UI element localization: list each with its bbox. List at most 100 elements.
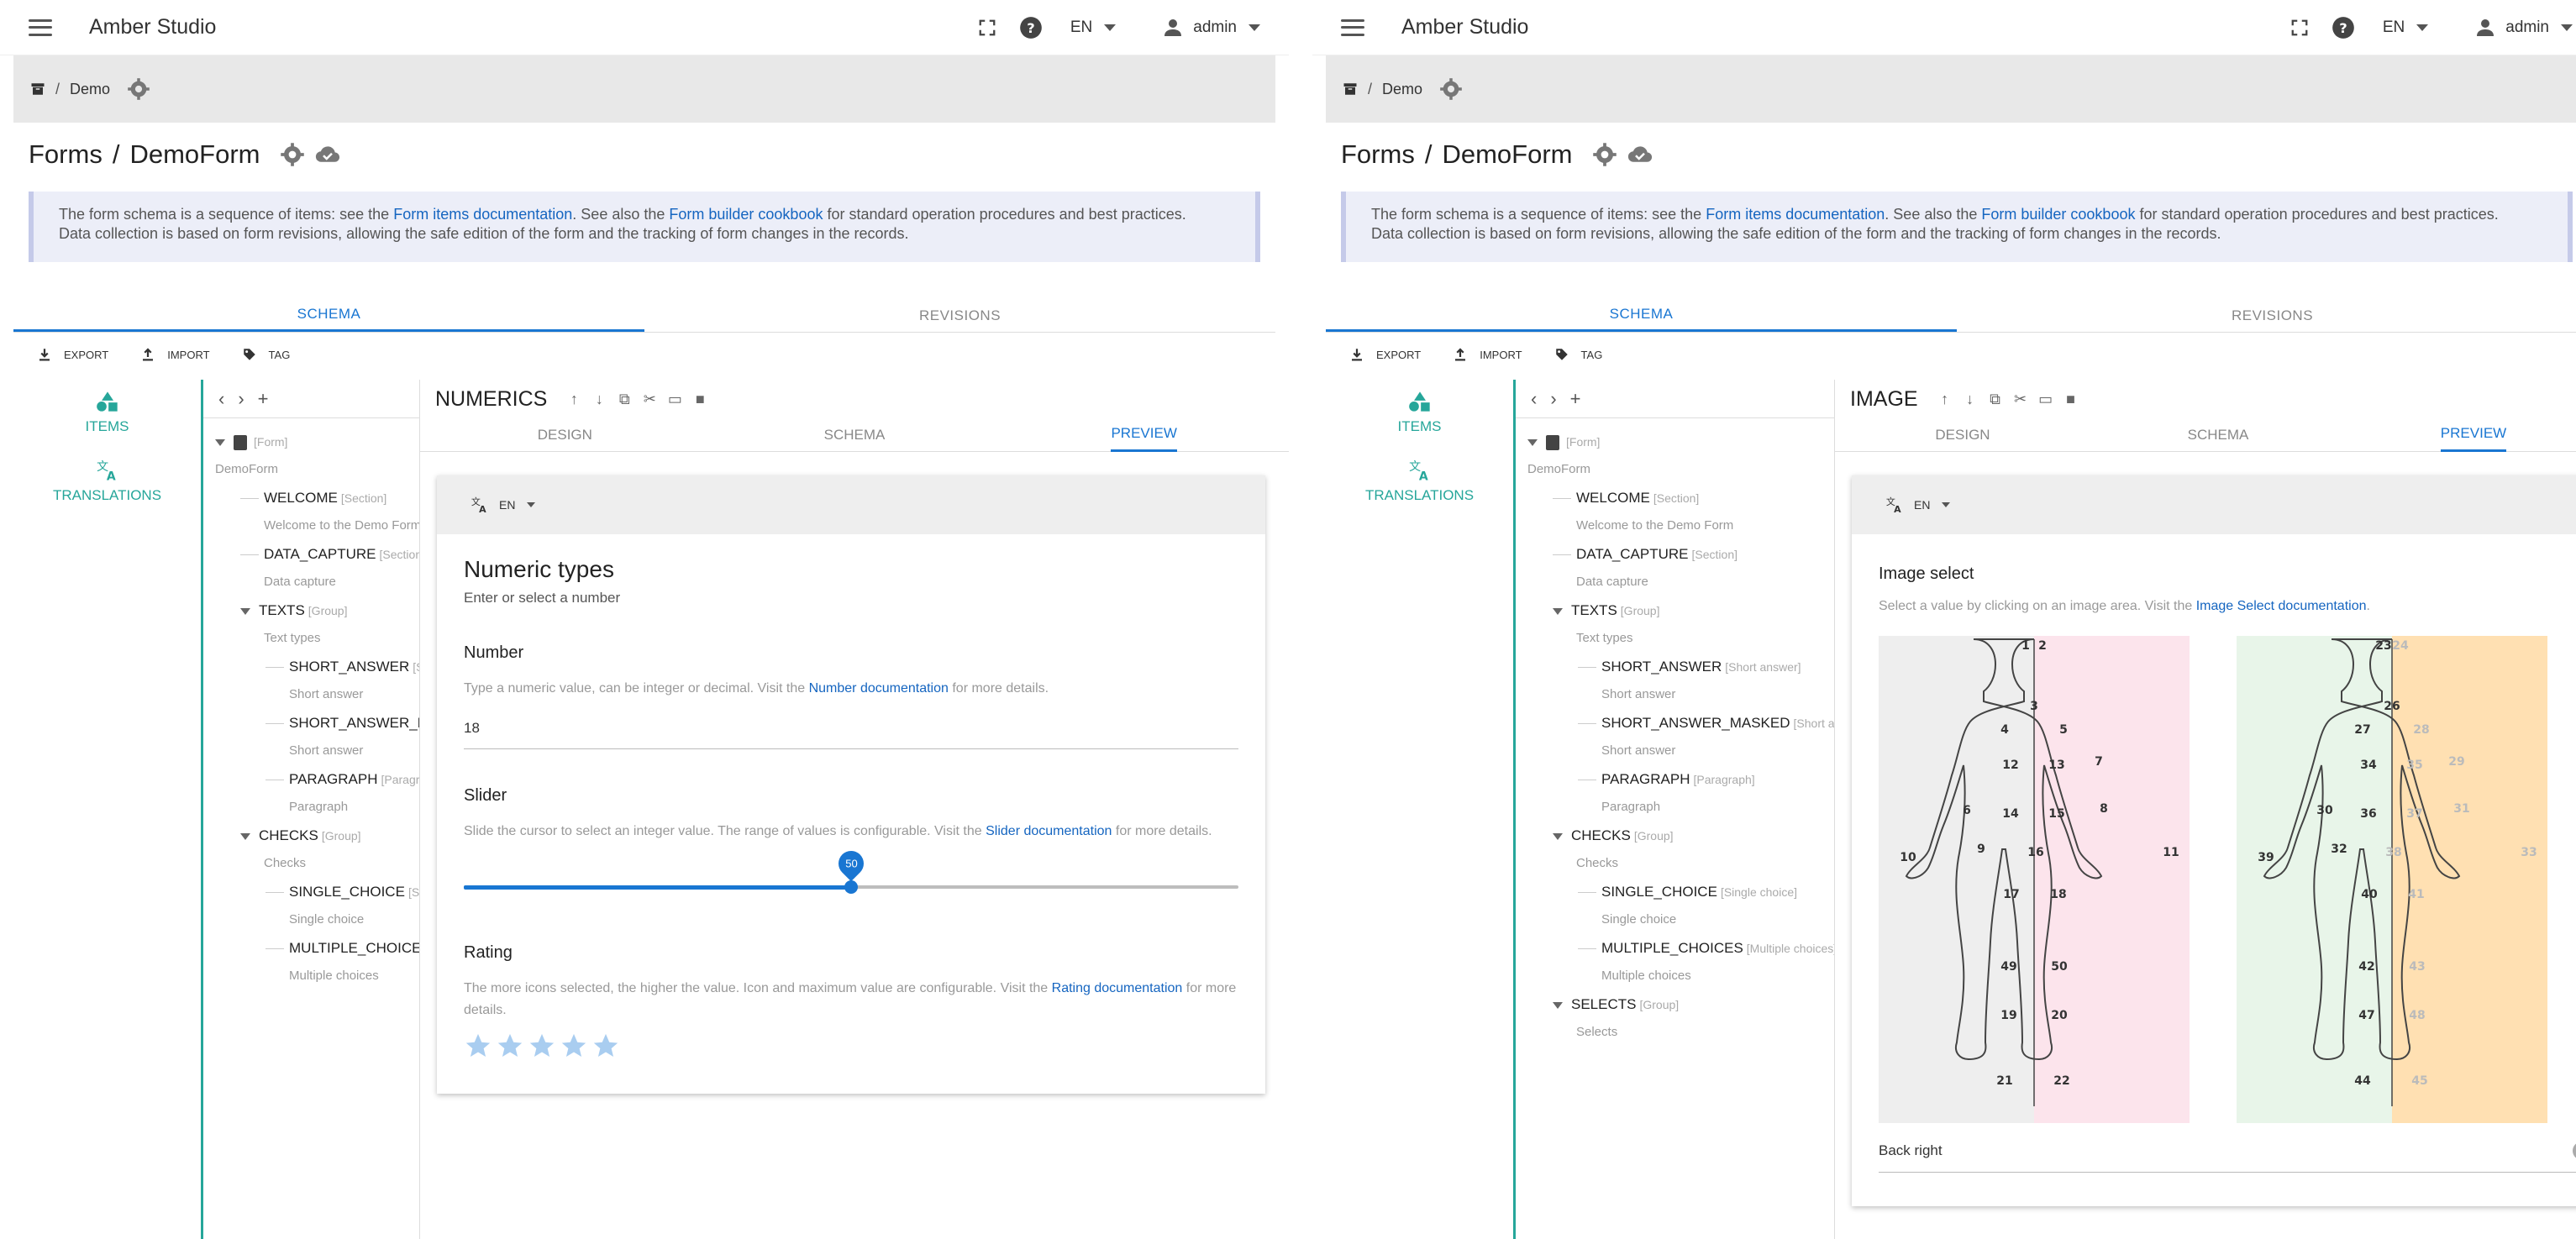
star-icon[interactable] (464, 1032, 492, 1060)
right-side-area[interactable] (2034, 636, 2190, 1123)
body-region-label[interactable]: 13 (2048, 759, 2064, 772)
tree-node[interactable]: DATA_CAPTURE[Section] Data capture (203, 538, 419, 594)
delete-icon[interactable]: ■ (691, 391, 708, 407)
nav-items[interactable]: ITEMS (1326, 390, 1513, 435)
body-region-label[interactable]: 48 (2409, 1009, 2425, 1022)
gear-icon[interactable] (1592, 142, 1617, 167)
tag-button[interactable]: TAG (242, 347, 290, 362)
body-region-label[interactable]: 1 (2021, 639, 2030, 653)
number-doc-link[interactable]: Number documentation (809, 681, 949, 696)
paste-icon[interactable]: ▭ (2037, 391, 2054, 407)
tree-node[interactable]: TEXTS [Group] Text types (1516, 594, 1834, 650)
tree-node[interactable]: SHORT_ANSWER[Short answer] Short answer (203, 650, 419, 706)
body-region-label[interactable]: 39 (2258, 851, 2274, 864)
tree-node[interactable]: SELECTS [Group] Selects (1516, 988, 1834, 1044)
body-region-label[interactable]: 9 (1977, 843, 1985, 856)
paste-icon[interactable]: ▭ (666, 391, 683, 407)
tree-node[interactable]: SHORT_ANSWER[Short answer] Short answer (1516, 650, 1834, 706)
export-button[interactable]: EXPORT (1349, 347, 1421, 362)
chevron-right-icon[interactable]: › (238, 388, 244, 410)
breadcrumb-project[interactable]: Demo (1382, 81, 1422, 98)
preview-language-select[interactable]: 文A EN (437, 475, 1265, 534)
tree-node[interactable]: MULTIPLE_CHOICES[Multiple choices]Multip… (203, 932, 419, 988)
number-input[interactable]: 18 (464, 720, 1238, 749)
tree-node[interactable]: SINGLE_CHOICE[Single choice] Single choic… (203, 875, 419, 932)
form-builder-cookbook-link[interactable]: Form builder cookbook (669, 206, 823, 223)
expand-icon[interactable] (1553, 607, 1563, 615)
tab-schema[interactable]: SCHEMA (2090, 418, 2346, 451)
body-region-label[interactable]: 3 (2030, 700, 2038, 713)
tree-node[interactable]: PARAGRAPH[Paragraph] Paragraph (203, 763, 419, 819)
image-select-value[interactable]: Back right ✕ (1879, 1142, 2576, 1173)
tab-preview[interactable]: PREVIEW (999, 418, 1289, 452)
body-region-label[interactable]: 4 (2000, 723, 2009, 737)
body-region-label[interactable]: 41 (2408, 888, 2424, 901)
export-button[interactable]: EXPORT (37, 347, 108, 362)
user-menu[interactable]: admin (2475, 18, 2573, 38)
copy-icon[interactable]: ⧉ (616, 391, 633, 407)
arrow-up-icon[interactable]: ↑ (1937, 391, 1953, 407)
body-region-label[interactable]: 32 (2331, 843, 2347, 856)
add-icon[interactable]: + (258, 388, 269, 410)
body-back-image[interactable]: 23 24 26 27 28 34 35 29 30 36 37 31 32 38 39 33 40 41 42 43… (2237, 636, 2547, 1123)
body-region-label[interactable]: 35 (2406, 759, 2422, 772)
body-region-label[interactable]: 38 (2385, 846, 2401, 859)
body-region-label[interactable]: 33 (2521, 846, 2537, 859)
body-region-label[interactable]: 2 (2038, 639, 2047, 653)
tab-design[interactable]: DESIGN (1835, 418, 2090, 451)
body-region-label[interactable]: 14 (2002, 807, 2019, 821)
cut-icon[interactable]: ✂ (2012, 391, 2029, 407)
body-region-label[interactable]: 8 (2100, 802, 2108, 816)
menu-icon[interactable] (1341, 18, 1364, 36)
tree-node[interactable]: WELCOME [Section] Welcome to the Demo Form (1516, 481, 1834, 538)
body-region-label[interactable]: 26 (2384, 700, 2400, 713)
form-builder-cookbook-link[interactable]: Form builder cookbook (1981, 206, 2135, 223)
tree-node[interactable]: PARAGRAPH[Paragraph] Paragraph (1516, 763, 1834, 819)
body-region-label[interactable]: 15 (2048, 807, 2064, 821)
body-front-image[interactable]: 1 2 3 4 5 12 13 7 6 14 15 8 9 16 10 11 17 18 49 50 19 20 21 22 (1879, 636, 2190, 1123)
image-select-doc-link[interactable]: Image Select documentation (2196, 599, 2367, 613)
form-items-doc-link[interactable]: Form items documentation (1706, 206, 1885, 223)
body-diagram[interactable]: 1 2 3 4 5 12 13 7 6 14 15 8 9 16 10 11 17 18 49 50 19 20 21 22 (1879, 636, 2190, 1123)
fullscreen-icon[interactable] (2287, 15, 2312, 40)
body-region-label[interactable]: 49 (2000, 960, 2016, 974)
body-region-label[interactable]: 17 (2003, 888, 2019, 901)
expand-icon[interactable] (1553, 832, 1563, 840)
body-region-label[interactable]: 5 (2059, 723, 2068, 737)
tab-design[interactable]: DESIGN (420, 418, 710, 451)
right-side-area[interactable] (2392, 636, 2547, 1123)
body-region-label[interactable]: 11 (2163, 846, 2179, 859)
body-region-label[interactable]: 45 (2411, 1074, 2427, 1088)
language-select[interactable]: EN (1070, 18, 1117, 37)
chevron-right-icon[interactable]: › (1550, 388, 1556, 410)
clear-icon[interactable]: ✕ (2573, 1142, 2576, 1160)
expand-icon[interactable] (240, 832, 250, 840)
cloud-done-icon[interactable] (1627, 142, 1653, 167)
star-icon[interactable] (591, 1032, 620, 1060)
tree-node[interactable]: SINGLE_CHOICE[Single choice] Single choic… (1516, 875, 1834, 932)
menu-icon[interactable] (29, 18, 52, 36)
body-region-label[interactable]: 21 (1996, 1074, 2012, 1088)
body-region-label[interactable]: 23 (2375, 639, 2391, 653)
body-region-label[interactable]: 29 (2448, 755, 2464, 769)
tree-node[interactable]: [Form] DemoForm (1516, 425, 1834, 481)
body-region-label[interactable]: 22 (2053, 1074, 2069, 1088)
rating-doc-link[interactable]: Rating documentation (1052, 981, 1183, 995)
star-icon[interactable] (560, 1032, 588, 1060)
body-region-label[interactable]: 43 (2409, 960, 2425, 974)
expand-icon[interactable] (215, 438, 225, 446)
tab-revisions[interactable]: REVISIONS (644, 299, 1275, 332)
tab-schema[interactable]: SCHEMA (1326, 299, 1957, 332)
tree-node[interactable]: TEXTS [Group] Text types (203, 594, 419, 650)
breadcrumb-project[interactable]: Demo (70, 81, 110, 98)
body-region-label[interactable]: 20 (2051, 1009, 2068, 1022)
tree-node[interactable]: CHECKS [Group] Checks (203, 819, 419, 875)
body-region-label[interactable]: 6 (1963, 804, 1971, 817)
body-region-label[interactable]: 36 (2360, 807, 2376, 821)
help-icon[interactable]: ? (2331, 15, 2356, 40)
nav-items[interactable]: ITEMS (13, 390, 201, 435)
body-region-label[interactable]: 40 (2361, 888, 2378, 901)
body-region-label[interactable]: 50 (2051, 960, 2068, 974)
form-items-doc-link[interactable]: Form items documentation (393, 206, 572, 223)
add-icon[interactable]: + (1570, 388, 1581, 410)
